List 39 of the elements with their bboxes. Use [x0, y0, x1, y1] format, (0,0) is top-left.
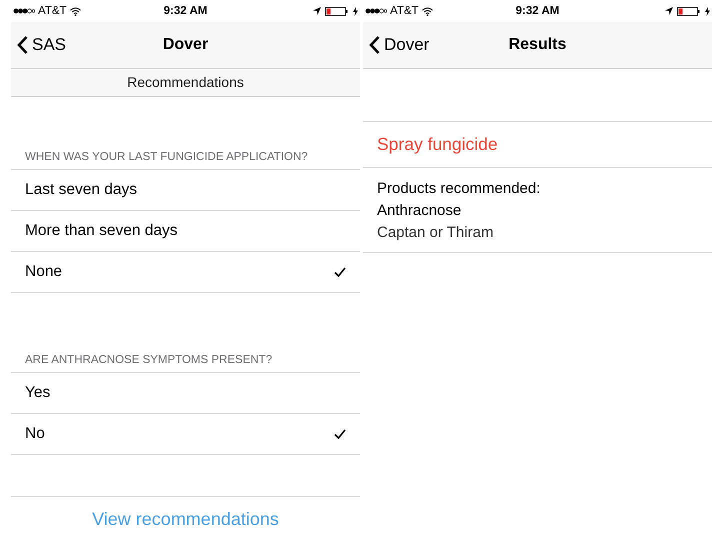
charging-icon [705, 6, 710, 16]
chevron-icon [369, 36, 380, 54]
option-label: Last seven days [25, 181, 138, 199]
carrier-name: AT&T [38, 5, 67, 17]
option-label: Yes [25, 384, 50, 402]
status-time: 9:32 AM [516, 5, 560, 17]
section-header: ARE ANTHRACNOSE SYMPTOMS PRESENT? [11, 354, 360, 373]
nav-title: Results [508, 36, 566, 54]
products-text: Captan or Thiram [377, 223, 494, 243]
wifi-icon [70, 6, 81, 16]
back-button[interactable]: SAS [11, 35, 66, 55]
section-header: WHEN WAS YOUR LAST FUNGICIDE APPLICATION? [11, 151, 360, 170]
option-row[interactable]: No [11, 414, 360, 455]
back-label: Dover [384, 35, 430, 55]
back-label: SAS [32, 35, 66, 55]
chevron-icon [17, 36, 28, 54]
option-row[interactable]: Yes [11, 373, 360, 414]
battery-icon [325, 6, 349, 16]
location-icon [665, 7, 673, 15]
option-label: No [25, 425, 45, 443]
option-row[interactable]: Last seven days [11, 170, 360, 211]
nav-title: Dover [162, 36, 208, 54]
signal-icon [13, 8, 35, 14]
charging-icon [353, 6, 358, 16]
wifi-icon [422, 6, 433, 16]
result-text: Spray fungicide [363, 122, 712, 168]
back-button[interactable]: Dover [363, 35, 430, 55]
location-icon [313, 7, 321, 15]
option-label: None [25, 263, 62, 281]
option-row[interactable]: More than seven days [11, 211, 360, 252]
battery-icon [677, 6, 701, 16]
signal-icon [365, 8, 387, 14]
option-label: More than seven days [25, 222, 178, 240]
products-label: Products recommended: [377, 179, 542, 199]
option-row[interactable]: None [11, 252, 360, 293]
status-time: 9:32 AM [164, 5, 208, 17]
carrier-name: AT&T [390, 5, 419, 17]
recommendations-header: Recommendations [11, 69, 360, 97]
disease-name: Anthracnose [377, 201, 462, 221]
